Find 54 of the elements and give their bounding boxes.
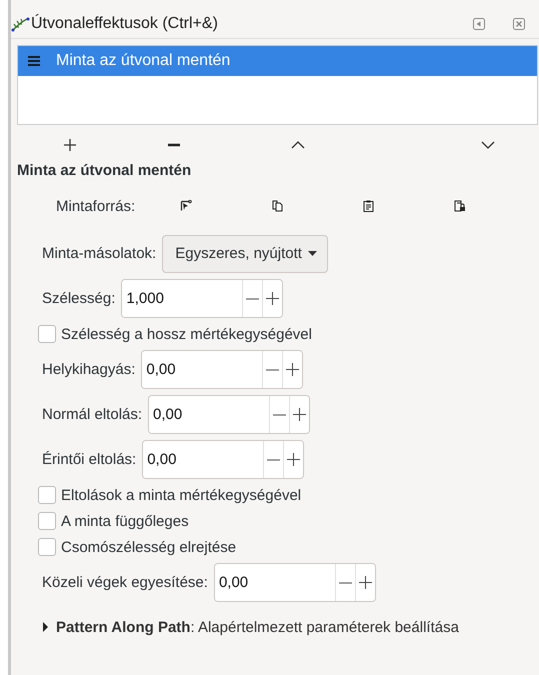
move-up-icon[interactable] [291, 141, 305, 149]
increment-button[interactable] [282, 351, 302, 388]
drag-handle-icon[interactable] [28, 56, 40, 66]
source-label: Mintaforrás: [56, 198, 136, 214]
mode-dropdown[interactable]: Egyszeres, nyújtott [162, 234, 328, 272]
checkbox[interactable] [38, 486, 56, 504]
param-label: Érintői eltolás: [42, 451, 136, 468]
add-icon[interactable] [63, 138, 77, 152]
increment-button[interactable] [283, 441, 304, 478]
minus-icon [267, 458, 280, 460]
close-icon[interactable] [513, 18, 525, 30]
section-title: Minta az útvonal mentén [16, 160, 192, 180]
paste-icon[interactable] [363, 200, 374, 212]
plus-icon [287, 453, 300, 466]
increment-button[interactable] [354, 564, 375, 601]
spin-box[interactable]: 0,00 [214, 563, 376, 602]
spin-box[interactable]: 1,000 [121, 279, 284, 318]
remove-icon[interactable] [167, 143, 181, 147]
minus-icon [338, 582, 352, 584]
spin-box[interactable]: 0,00 [142, 440, 304, 479]
checkbox-label: Csomószélesség elrejtése [61, 538, 236, 556]
edit-path-icon[interactable] [180, 200, 192, 212]
param-label: Minta-másolatok: [42, 245, 156, 262]
checkbox-label: A minta függőleges [61, 512, 189, 530]
minus-icon [273, 414, 286, 416]
minus-icon [266, 368, 280, 370]
param-label: Közeli végek egyesítése: [42, 574, 208, 591]
effect-item[interactable]: Minta az útvonal mentén [18, 46, 537, 76]
checkbox[interactable] [38, 538, 56, 556]
checkbox-label: Eltolások a minta mértékegységével [61, 486, 302, 504]
dock-icon[interactable] [473, 18, 485, 30]
dropdown-caret-icon [308, 251, 317, 256]
checkbox[interactable] [38, 325, 56, 343]
param-label: Helykihagyás: [42, 361, 136, 378]
checkbox[interactable] [38, 512, 56, 530]
move-down-icon[interactable] [481, 141, 495, 149]
panel-title: Útvonaleffektusok (Ctrl+&) [31, 15, 218, 33]
expander-icon[interactable] [42, 622, 49, 632]
param-label: Normál eltolás: [42, 406, 142, 423]
path-effect-icon [11, 16, 31, 32]
minus-icon [246, 298, 260, 300]
plus-icon [293, 408, 306, 421]
plus-icon [286, 363, 300, 376]
spin-box[interactable]: 0,00 [148, 395, 310, 434]
linked-paste-icon[interactable] [454, 200, 466, 212]
plus-icon [358, 576, 372, 589]
param-label: Szélesség: [42, 290, 116, 307]
plus-icon [266, 292, 280, 305]
checkbox-label: Szélesség a hossz mértékegységével [61, 326, 312, 342]
defaults-expander-label[interactable]: Pattern Along Path: Alapértelmezett paraméterek beállítása [56, 618, 459, 636]
increment-button[interactable] [262, 280, 282, 317]
increment-button[interactable] [289, 396, 310, 433]
spin-box[interactable]: 0,00 [141, 350, 304, 389]
copy-icon[interactable] [272, 200, 284, 212]
